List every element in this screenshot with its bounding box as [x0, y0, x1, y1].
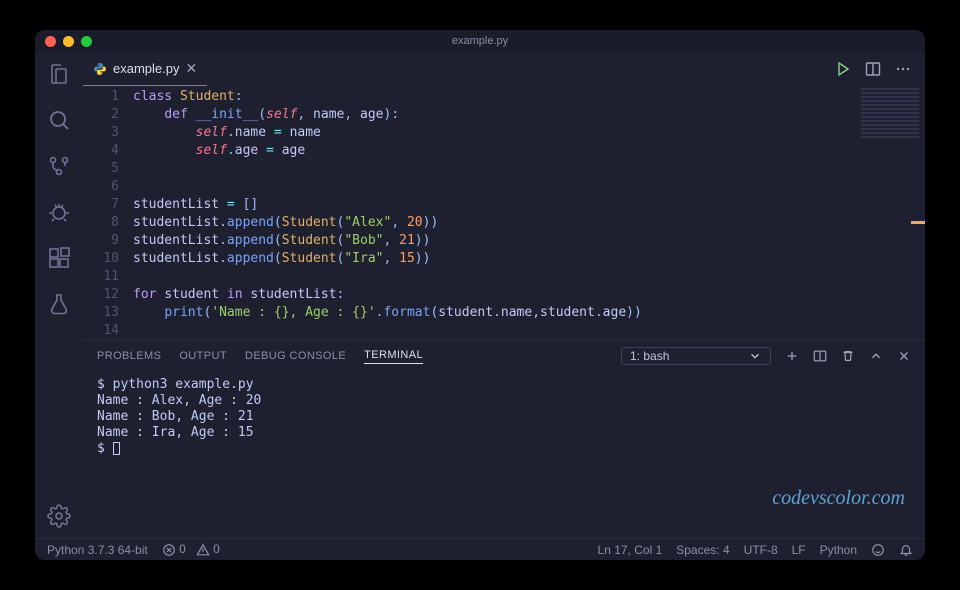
tab-close-icon[interactable]: ✕ [185, 60, 197, 77]
terminal-line: Name : Ira, Age : 15 [97, 425, 911, 441]
line-number: 13 [83, 304, 119, 322]
split-terminal-icon[interactable] [813, 349, 827, 363]
status-eol[interactable]: LF [792, 543, 806, 557]
new-terminal-icon[interactable] [785, 349, 799, 363]
tab-example-py[interactable]: example.py ✕ [83, 52, 207, 86]
code-line[interactable]: studentList.append(Student("Bob", 21)) [133, 232, 925, 250]
source-control-icon[interactable] [47, 154, 71, 178]
status-lncol[interactable]: Ln 17, Col 1 [598, 543, 663, 557]
code-line[interactable]: self.age = age [133, 142, 925, 160]
code-content[interactable]: class Student: def __init__(self, name, … [133, 88, 925, 340]
line-number: 14 [83, 322, 119, 340]
overview-ruler-marker [911, 221, 925, 224]
explorer-icon[interactable] [47, 62, 71, 86]
terminal-line: $ [97, 441, 911, 457]
close-panel-icon[interactable] [897, 349, 911, 363]
tab-filename: example.py [113, 61, 179, 76]
terminal-selector-label: 1: bash [630, 349, 669, 363]
window-close-button[interactable] [45, 36, 56, 47]
code-line[interactable] [133, 178, 925, 196]
line-number: 12 [83, 286, 119, 304]
line-number: 4 [83, 142, 119, 160]
code-line[interactable]: studentList.append(Student("Ira", 15)) [133, 250, 925, 268]
line-number: 5 [83, 160, 119, 178]
panel-tabs: PROBLEMS OUTPUT DEBUG CONSOLE TERMINAL 1… [83, 341, 925, 371]
line-number: 10 [83, 250, 119, 268]
code-line[interactable]: class Student: [133, 88, 925, 106]
status-warnings-count: 0 [213, 542, 220, 556]
panel-tab-problems[interactable]: PROBLEMS [97, 350, 161, 362]
code-line[interactable] [133, 160, 925, 178]
status-bar: Python 3.7.3 64-bit 0 0 Ln 17, Col 1 Spa… [35, 538, 925, 560]
panel-actions: 1: bash [621, 347, 911, 365]
code-line[interactable]: print('Name : {}, Age : {}'.format(stude… [133, 304, 925, 322]
testing-icon[interactable] [47, 292, 71, 316]
panel-tab-debug-console[interactable]: DEBUG CONSOLE [245, 350, 346, 362]
status-errors-count: 0 [179, 542, 186, 556]
error-icon [162, 543, 176, 557]
status-spaces[interactable]: Spaces: 4 [676, 543, 729, 557]
feedback-icon[interactable] [871, 543, 885, 557]
line-gutter: 1234567891011121314 [83, 88, 133, 340]
terminal-cursor [113, 442, 120, 455]
more-actions-icon[interactable] [895, 61, 911, 77]
code-line[interactable] [133, 268, 925, 286]
code-line[interactable]: studentList.append(Student("Alex", 20)) [133, 214, 925, 232]
editor-actions [835, 61, 925, 77]
panel-tab-output[interactable]: OUTPUT [179, 350, 227, 362]
line-number: 8 [83, 214, 119, 232]
code-line[interactable]: self.name = name [133, 124, 925, 142]
window-title: example.py [452, 35, 508, 47]
split-editor-icon[interactable] [865, 61, 881, 77]
main-area: example.py ✕ 1234567891011121314 [83, 52, 925, 538]
vscode-window: example.py [35, 30, 925, 560]
editor-tabs: example.py ✕ [83, 52, 925, 86]
python-file-icon [93, 62, 107, 76]
debug-icon[interactable] [47, 200, 71, 224]
watermark: codevscolor.com [772, 487, 905, 510]
terminal-output[interactable]: $ python3 example.pyName : Alex, Age : 2… [83, 371, 925, 538]
chevron-down-icon [748, 349, 762, 363]
terminal-line: Name : Alex, Age : 20 [97, 393, 911, 409]
window-zoom-button[interactable] [81, 36, 92, 47]
notifications-icon[interactable] [899, 543, 913, 557]
window-minimize-button[interactable] [63, 36, 74, 47]
terminal-line: Name : Bob, Age : 21 [97, 409, 911, 425]
line-number: 7 [83, 196, 119, 214]
status-language[interactable]: Python [820, 543, 857, 557]
code-line[interactable]: for student in studentList: [133, 286, 925, 304]
run-icon[interactable] [835, 61, 851, 77]
line-number: 11 [83, 268, 119, 286]
line-number: 9 [83, 232, 119, 250]
panel-tab-terminal[interactable]: TERMINAL [364, 349, 423, 364]
code-line[interactable]: studentList = [] [133, 196, 925, 214]
code-line[interactable]: def __init__(self, name, age): [133, 106, 925, 124]
settings-gear-icon[interactable] [47, 504, 71, 528]
titlebar: example.py [35, 30, 925, 52]
traffic-lights [45, 36, 92, 47]
status-interpreter[interactable]: Python 3.7.3 64-bit [47, 543, 148, 557]
kill-terminal-icon[interactable] [841, 349, 855, 363]
body-area: example.py ✕ 1234567891011121314 [35, 52, 925, 538]
maximize-panel-icon[interactable] [869, 349, 883, 363]
line-number: 2 [83, 106, 119, 124]
code-editor[interactable]: 1234567891011121314 class Student: def _… [83, 86, 925, 340]
terminal-selector[interactable]: 1: bash [621, 347, 771, 365]
line-number: 6 [83, 178, 119, 196]
line-number: 1 [83, 88, 119, 106]
status-problems[interactable]: 0 0 [162, 542, 220, 557]
line-number: 3 [83, 124, 119, 142]
activity-bar [35, 52, 83, 538]
code-line[interactable] [133, 322, 925, 340]
search-icon[interactable] [47, 108, 71, 132]
warning-icon [196, 543, 210, 557]
status-encoding[interactable]: UTF-8 [744, 543, 778, 557]
terminal-line: $ python3 example.py [97, 377, 911, 393]
extensions-icon[interactable] [47, 246, 71, 270]
